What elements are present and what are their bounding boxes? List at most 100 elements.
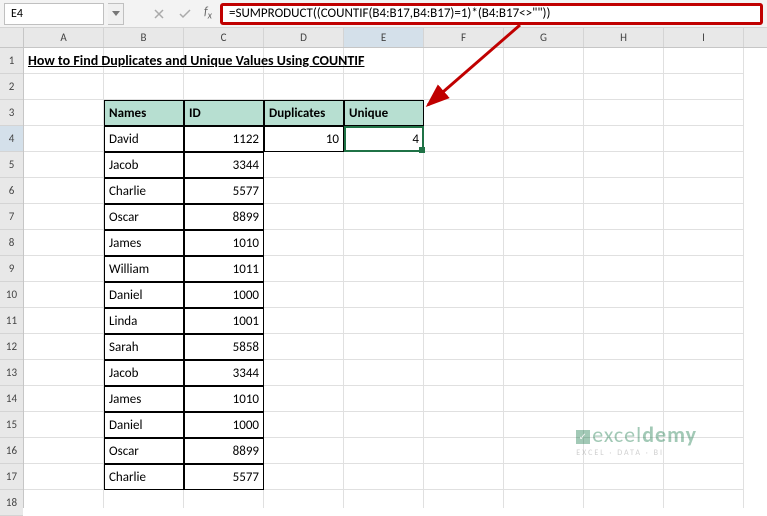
name-box-dropdown[interactable] <box>108 3 124 25</box>
cell-G4[interactable] <box>504 126 584 152</box>
row-head-5[interactable]: 5 <box>0 152 23 178</box>
cell-I9[interactable] <box>664 256 744 282</box>
cell-I5[interactable] <box>664 152 744 178</box>
cell-I4[interactable] <box>664 126 744 152</box>
row-head-15[interactable]: 15 <box>0 412 23 438</box>
cell-I7[interactable] <box>664 204 744 230</box>
cell-H1[interactable] <box>584 48 664 74</box>
cell-B14[interactable]: James <box>104 386 184 412</box>
cell-F15[interactable] <box>424 412 504 438</box>
cell-G6[interactable] <box>504 178 584 204</box>
cell-G9[interactable] <box>504 256 584 282</box>
cell-D2[interactable] <box>264 74 344 100</box>
cell-E17[interactable] <box>344 464 424 490</box>
enter-button[interactable] <box>174 3 196 25</box>
cell-D14[interactable] <box>264 386 344 412</box>
cell-E14[interactable] <box>344 386 424 412</box>
cell-B9[interactable]: William <box>104 256 184 282</box>
cell-E11[interactable] <box>344 308 424 334</box>
cell-D11[interactable] <box>264 308 344 334</box>
col-head-I[interactable]: I <box>664 28 744 47</box>
cell-F3[interactable] <box>424 100 504 126</box>
cell-I15[interactable] <box>664 412 744 438</box>
row-head-6[interactable]: 6 <box>0 178 23 204</box>
cell-D13[interactable] <box>264 360 344 386</box>
cell-B4[interactable]: David <box>104 126 184 152</box>
cell-H5[interactable] <box>584 152 664 178</box>
cell-C18[interactable] <box>184 490 264 508</box>
cell-I14[interactable] <box>664 386 744 412</box>
cell-D8[interactable] <box>264 230 344 256</box>
cell-E8[interactable] <box>344 230 424 256</box>
cell-I8[interactable] <box>664 230 744 256</box>
cell-H12[interactable] <box>584 334 664 360</box>
col-head-F[interactable]: F <box>424 28 504 47</box>
grid-body[interactable]: How to Find Duplicates and Unique Values… <box>24 48 767 508</box>
select-all-corner[interactable] <box>0 28 23 48</box>
cell-B7[interactable]: Oscar <box>104 204 184 230</box>
cell-B13[interactable]: Jacob <box>104 360 184 386</box>
cell-A12[interactable] <box>24 334 104 360</box>
cell-I16[interactable] <box>664 438 744 464</box>
cell-D4[interactable]: 10 <box>264 126 344 152</box>
row-head-4[interactable]: 4 <box>0 126 23 152</box>
cell-D12[interactable] <box>264 334 344 360</box>
row-head-9[interactable]: 9 <box>0 256 23 282</box>
cell-G2[interactable] <box>504 74 584 100</box>
cell-F5[interactable] <box>424 152 504 178</box>
row-head-1[interactable]: 1 <box>0 48 23 74</box>
col-head-C[interactable]: C <box>184 28 264 47</box>
cell-H13[interactable] <box>584 360 664 386</box>
cell-H7[interactable] <box>584 204 664 230</box>
row-head-3[interactable]: 3 <box>0 100 23 126</box>
cell-C16[interactable]: 8899 <box>184 438 264 464</box>
cell-A15[interactable] <box>24 412 104 438</box>
cell-B3[interactable]: Names <box>104 100 184 126</box>
cell-A7[interactable] <box>24 204 104 230</box>
cell-C12[interactable]: 5858 <box>184 334 264 360</box>
cell-C14[interactable]: 1010 <box>184 386 264 412</box>
cell-F2[interactable] <box>424 74 504 100</box>
cancel-button[interactable] <box>148 3 170 25</box>
cell-H18[interactable] <box>584 490 664 508</box>
cell-A9[interactable] <box>24 256 104 282</box>
row-head-12[interactable]: 12 <box>0 334 23 360</box>
cell-A2[interactable] <box>24 74 104 100</box>
cell-A6[interactable] <box>24 178 104 204</box>
cell-G18[interactable] <box>504 490 584 508</box>
cell-F17[interactable] <box>424 464 504 490</box>
cell-G17[interactable] <box>504 464 584 490</box>
cell-B5[interactable]: Jacob <box>104 152 184 178</box>
cell-H3[interactable] <box>584 100 664 126</box>
cell-C6[interactable]: 5577 <box>184 178 264 204</box>
cell-E18[interactable] <box>344 490 424 508</box>
cell-D6[interactable] <box>264 178 344 204</box>
cell-F8[interactable] <box>424 230 504 256</box>
cell-B6[interactable]: Charlie <box>104 178 184 204</box>
cell-E9[interactable] <box>344 256 424 282</box>
cell-B2[interactable] <box>104 74 184 100</box>
cell-F18[interactable] <box>424 490 504 508</box>
col-head-B[interactable]: B <box>104 28 184 47</box>
cell-G15[interactable] <box>504 412 584 438</box>
cell-I13[interactable] <box>664 360 744 386</box>
cell-G3[interactable] <box>504 100 584 126</box>
cell-G1[interactable] <box>504 48 584 74</box>
cell-E3[interactable]: Unique <box>344 100 424 126</box>
row-head-17[interactable]: 17 <box>0 464 23 490</box>
cell-E2[interactable] <box>344 74 424 100</box>
cell-B17[interactable]: Charlie <box>104 464 184 490</box>
fx-icon[interactable]: fx <box>204 5 212 21</box>
cell-I2[interactable] <box>664 74 744 100</box>
cell-H14[interactable] <box>584 386 664 412</box>
cell-B18[interactable] <box>104 490 184 508</box>
row-head-10[interactable]: 10 <box>0 282 23 308</box>
row-head-2[interactable]: 2 <box>0 74 23 100</box>
cell-A13[interactable] <box>24 360 104 386</box>
row-head-11[interactable]: 11 <box>0 308 23 334</box>
cell-F9[interactable] <box>424 256 504 282</box>
cell-B10[interactable]: Daniel <box>104 282 184 308</box>
cell-C2[interactable] <box>184 74 264 100</box>
cell-A10[interactable] <box>24 282 104 308</box>
cell-I18[interactable] <box>664 490 744 508</box>
